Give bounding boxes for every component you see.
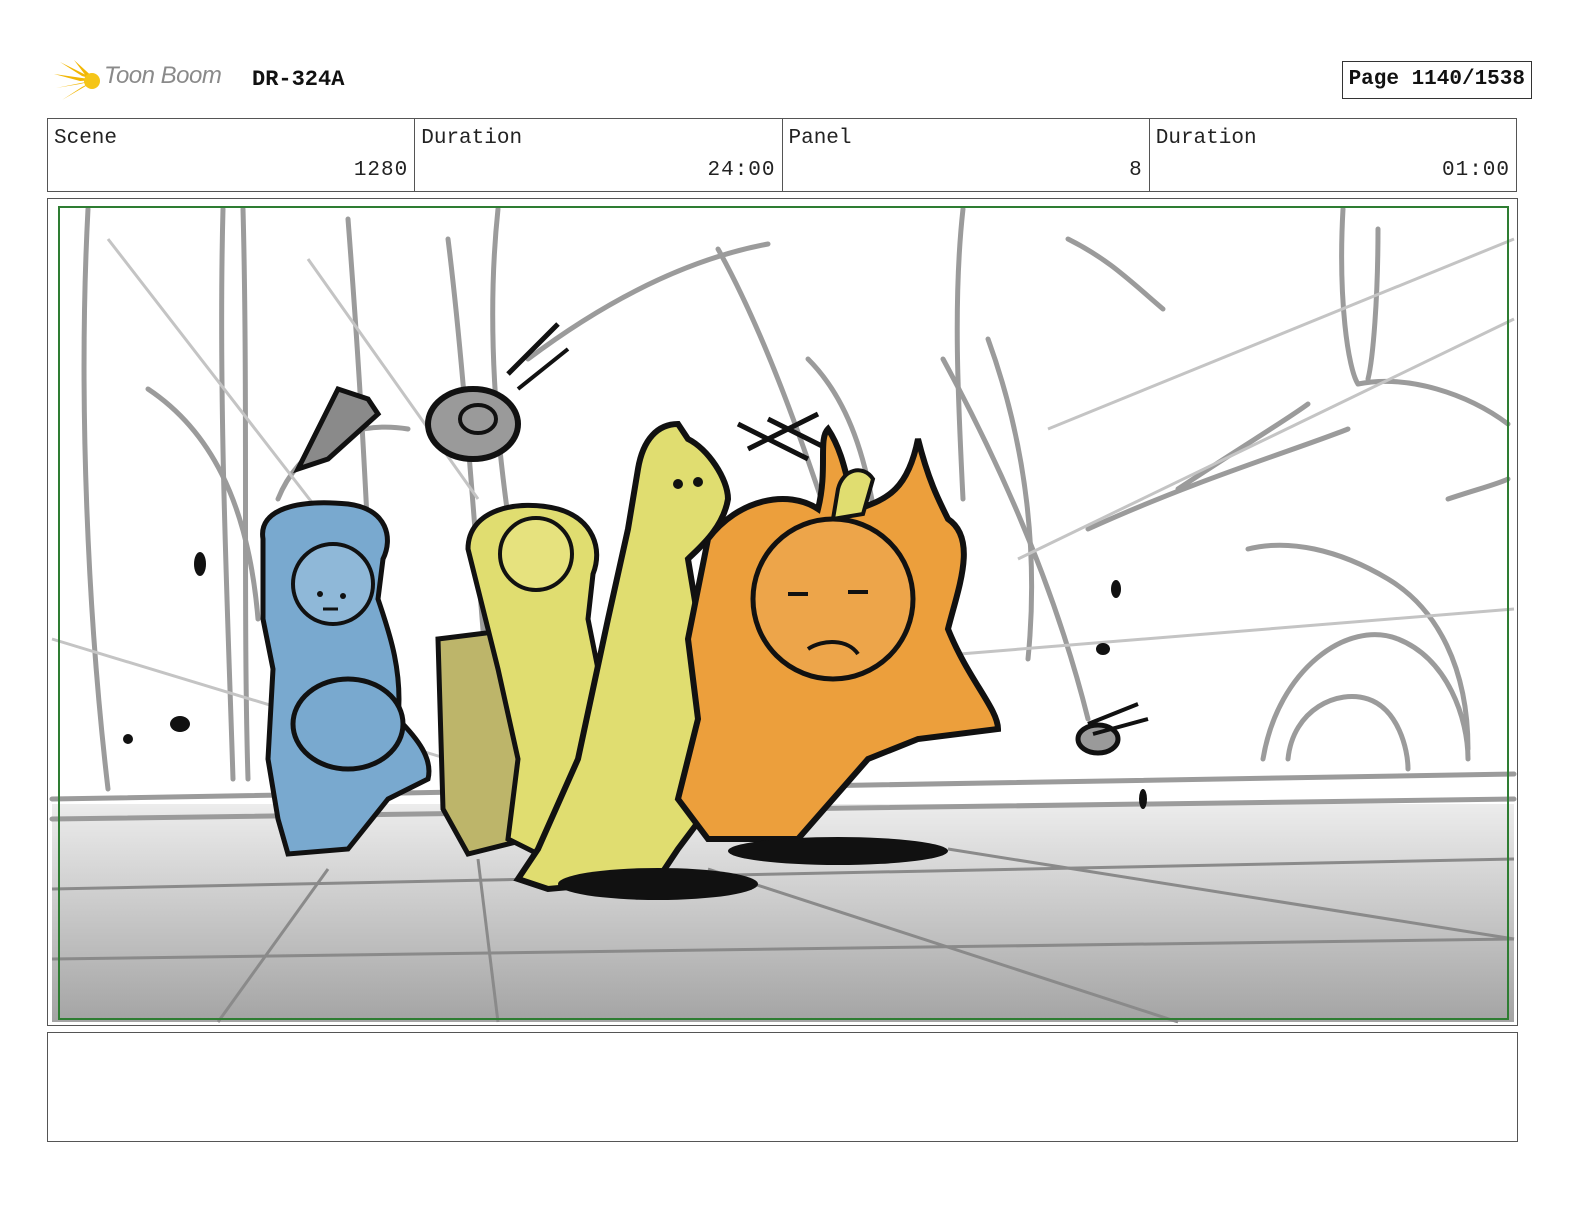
scene-cell: Scene 1280 [48,119,416,191]
storyboard-sketch-image [48,199,1517,1025]
scene-duration-label: Duration [421,127,523,150]
toon-boom-logo: Toon Boom [52,56,242,106]
panel-cell: Panel 8 [783,119,1150,191]
scene-label: Scene [54,127,118,150]
panel-duration-cell: Duration 01:00 [1150,119,1516,191]
panel-label: Panel [788,127,852,150]
page-counter: Page 1140/1538 [1341,61,1532,99]
logo-text: Toon Boom [104,62,222,89]
panel-notes-box[interactable] [47,1032,1518,1142]
scene-value: 1280 [353,159,409,182]
board-id: DR-324A [252,67,345,92]
star-burst-icon [54,60,100,100]
storyboard-panel [47,198,1518,1026]
panel-value: 8 [1129,159,1143,182]
panel-duration-label: Duration [1155,127,1257,150]
panel-duration-value: 01:00 [1441,159,1510,182]
page-header: Toon Boom DR-324A Page 1140/1538 [52,56,1532,106]
scene-duration-cell: Duration 24:00 [415,119,783,191]
scene-info-table: Scene 1280 Duration 24:00 Panel 8 Durati… [47,118,1517,192]
scene-duration-value: 24:00 [707,159,776,182]
